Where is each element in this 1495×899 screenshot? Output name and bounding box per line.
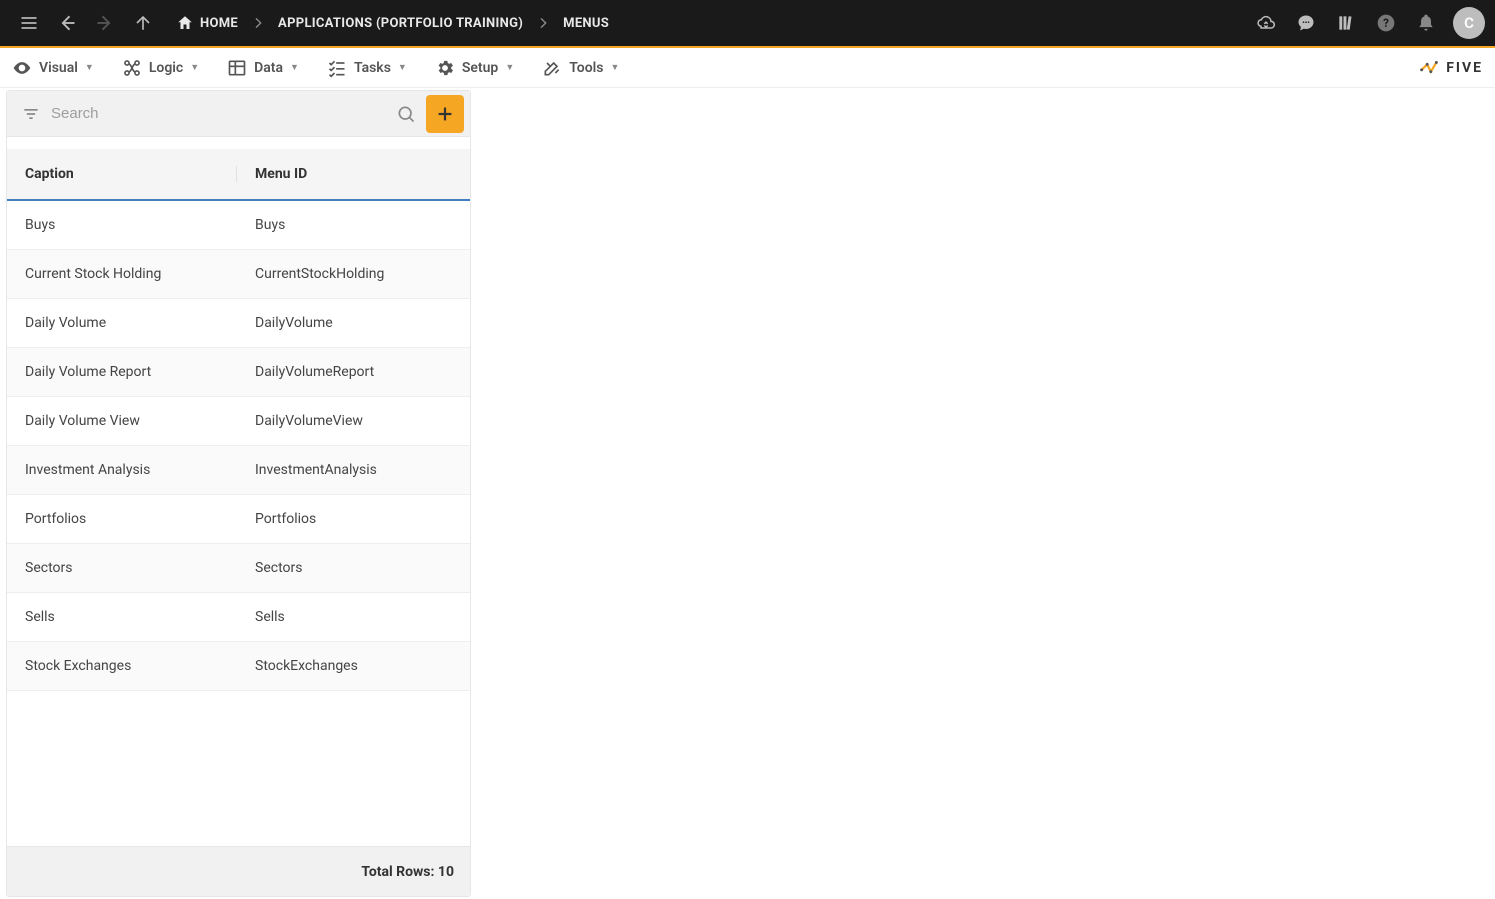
chat-icon[interactable]	[1287, 4, 1325, 42]
menu-data[interactable]: Data ▼	[227, 58, 299, 78]
cell-menuid: DailyVolumeReport	[237, 364, 470, 380]
nav-back-icon[interactable]	[48, 4, 86, 42]
column-header-menuid[interactable]: Menu ID	[237, 166, 470, 182]
table-row[interactable]: Daily VolumeDailyVolume	[7, 299, 470, 348]
table-row[interactable]: Daily Volume ReportDailyVolumeReport	[7, 348, 470, 397]
menu-tools[interactable]: Tools ▼	[542, 58, 619, 78]
menu-label: Tools	[569, 60, 603, 76]
cell-menuid: StockExchanges	[237, 658, 470, 674]
cell-menuid: DailyVolume	[237, 315, 470, 331]
caret-down-icon: ▼	[85, 62, 94, 73]
caret-down-icon: ▼	[290, 62, 299, 73]
breadcrumb: HOME APPLICATIONS (PORTFOLIO TRAINING) M…	[166, 14, 619, 32]
cell-caption: Current Stock Holding	[7, 266, 237, 282]
breadcrumb-menus[interactable]: MENUS	[553, 16, 619, 31]
chevron-right-icon	[250, 15, 266, 31]
list-panel: Caption Menu ID BuysBuysCurrent Stock Ho…	[6, 90, 471, 897]
list-body: BuysBuysCurrent Stock HoldingCurrentStoc…	[7, 201, 470, 846]
help-icon[interactable]: ?	[1367, 4, 1405, 42]
gear-icon	[435, 58, 455, 78]
table-row[interactable]: Stock ExchangesStockExchanges	[7, 642, 470, 691]
list-footer: Total Rows: 10	[7, 846, 470, 896]
topbar-right: ? C	[1247, 4, 1485, 42]
bell-icon[interactable]	[1407, 4, 1445, 42]
table-row[interactable]: Current Stock HoldingCurrentStockHolding	[7, 250, 470, 299]
breadcrumb-label: MENUS	[563, 16, 609, 31]
table-row[interactable]: Daily Volume ViewDailyVolumeView	[7, 397, 470, 446]
topbar: HOME APPLICATIONS (PORTFOLIO TRAINING) M…	[0, 0, 1495, 48]
cell-menuid: DailyVolumeView	[237, 413, 470, 429]
menu-label: Data	[254, 60, 283, 76]
search-icon[interactable]	[392, 100, 420, 128]
cell-caption: Portfolios	[7, 511, 237, 527]
menu-label: Visual	[39, 60, 78, 76]
five-logo-icon	[1418, 57, 1440, 79]
table-icon	[227, 58, 247, 78]
add-button[interactable]	[426, 95, 464, 133]
total-rows-label: Total Rows: 10	[361, 864, 454, 880]
menu-setup[interactable]: Setup ▼	[435, 58, 514, 78]
cloud-sync-icon[interactable]	[1247, 4, 1285, 42]
cell-menuid: Buys	[237, 217, 470, 233]
cell-caption: Buys	[7, 217, 237, 233]
tasks-icon	[327, 58, 347, 78]
table-row[interactable]: SellsSells	[7, 593, 470, 642]
search-bar	[7, 91, 470, 137]
brand-logo: FIVE	[1418, 57, 1483, 79]
menu-label: Tasks	[354, 60, 391, 76]
caret-down-icon: ▼	[190, 62, 199, 73]
table-row[interactable]: SectorsSectors	[7, 544, 470, 593]
chevron-right-icon	[535, 15, 551, 31]
breadcrumb-label: APPLICATIONS (PORTFOLIO TRAINING)	[278, 16, 523, 31]
caret-down-icon: ▼	[610, 62, 619, 73]
hamburger-icon[interactable]	[10, 4, 48, 42]
library-icon[interactable]	[1327, 4, 1365, 42]
nav-forward-icon	[86, 4, 124, 42]
cell-menuid: Sectors	[237, 560, 470, 576]
cell-menuid: InvestmentAnalysis	[237, 462, 470, 478]
cell-caption: Investment Analysis	[7, 462, 237, 478]
eye-icon	[12, 58, 32, 78]
cell-menuid: Portfolios	[237, 511, 470, 527]
cell-menuid: Sells	[237, 609, 470, 625]
menu-label: Setup	[462, 60, 498, 76]
avatar[interactable]: C	[1453, 7, 1485, 39]
brand-text: FIVE	[1446, 60, 1483, 76]
workspace: Caption Menu ID BuysBuysCurrent Stock Ho…	[0, 88, 1495, 897]
plus-icon	[434, 103, 456, 125]
cell-caption: Sectors	[7, 560, 237, 576]
menu-label: Logic	[149, 60, 183, 76]
column-header-caption[interactable]: Caption	[7, 166, 237, 182]
filter-icon[interactable]	[17, 100, 45, 128]
table-row[interactable]: BuysBuys	[7, 201, 470, 250]
menu-logic[interactable]: Logic ▼	[122, 58, 199, 78]
search-input[interactable]	[51, 105, 386, 122]
home-icon	[176, 14, 194, 32]
table-row[interactable]: PortfoliosPortfolios	[7, 495, 470, 544]
menu-tasks[interactable]: Tasks ▼	[327, 58, 407, 78]
caret-down-icon: ▼	[398, 62, 407, 73]
breadcrumb-applications[interactable]: APPLICATIONS (PORTFOLIO TRAINING)	[268, 16, 533, 31]
cell-caption: Daily Volume Report	[7, 364, 237, 380]
list-header: Caption Menu ID	[7, 149, 470, 201]
nav-up-icon[interactable]	[124, 4, 162, 42]
menu-visual[interactable]: Visual ▼	[12, 58, 94, 78]
breadcrumb-home[interactable]: HOME	[166, 14, 248, 32]
avatar-letter: C	[1464, 14, 1474, 32]
cell-caption: Stock Exchanges	[7, 658, 237, 674]
cell-caption: Sells	[7, 609, 237, 625]
breadcrumb-label: HOME	[200, 16, 238, 31]
caret-down-icon: ▼	[505, 62, 514, 73]
table-row[interactable]: Investment AnalysisInvestmentAnalysis	[7, 446, 470, 495]
cell-caption: Daily Volume	[7, 315, 237, 331]
menubar: Visual ▼ Logic ▼ Data ▼ Tasks ▼ Setup ▼ …	[0, 48, 1495, 88]
logic-icon	[122, 58, 142, 78]
tools-icon	[542, 58, 562, 78]
cell-menuid: CurrentStockHolding	[237, 266, 470, 282]
svg-text:?: ?	[1383, 16, 1389, 30]
cell-caption: Daily Volume View	[7, 413, 237, 429]
